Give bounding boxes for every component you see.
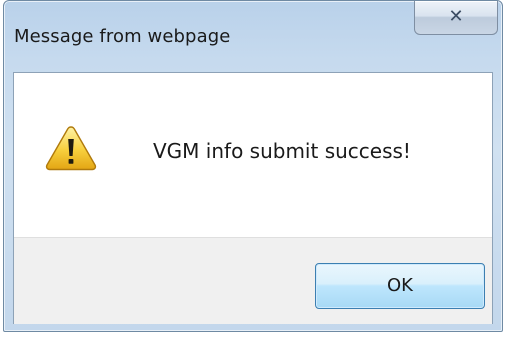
dialog-title: Message from webpage <box>14 26 231 47</box>
close-icon: ✕ <box>448 6 464 27</box>
warning-icon <box>45 126 97 171</box>
dialog-body: VGM info submit success! OK <box>13 72 493 324</box>
button-bar: OK <box>14 237 492 324</box>
ok-button[interactable]: OK <box>315 263 485 309</box>
title-bar[interactable]: Message from webpage ✕ <box>4 1 502 73</box>
close-button[interactable]: ✕ <box>414 1 498 35</box>
message-text: VGM info submit success! <box>153 139 411 163</box>
message-area: VGM info submit success! <box>14 73 492 237</box>
message-dialog: Message from webpage ✕ VGM info submit s… <box>3 0 503 332</box>
